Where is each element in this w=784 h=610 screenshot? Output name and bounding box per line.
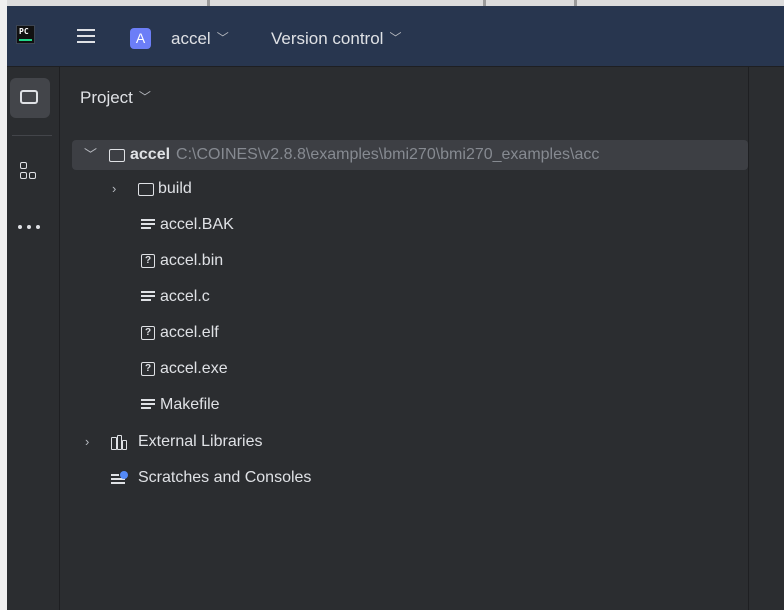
folder-icon (138, 183, 154, 196)
library-icon (111, 435, 127, 450)
panel-title-label: Project (80, 88, 133, 107)
pycharm-logo-icon: PC (16, 25, 35, 44)
tree-item-accel-bak[interactable]: accel.BAK (60, 210, 748, 240)
unknown-file-icon: ? (141, 254, 155, 268)
chevron-right-icon[interactable]: › (112, 174, 116, 204)
tree-item-scratches[interactable]: Scratches and Consoles (60, 463, 748, 493)
project-panel-title[interactable]: Project ﹀ (80, 88, 151, 108)
project-panel: Project ﹀ ﹀ accel C:\COINES\v2.8.8\example… (60, 67, 748, 610)
tree-item-accel-c[interactable]: accel.c (60, 282, 748, 312)
main-toolbar: PC A accel ﹀ Version control ﹀ (7, 6, 784, 67)
tree-item-label: Makefile (160, 396, 220, 413)
editor-area (749, 67, 784, 610)
project-name-label: accel (171, 29, 211, 48)
tree-item-accel-elf[interactable]: ? accel.elf (60, 318, 748, 348)
version-control-menu[interactable]: Version control ﹀ (271, 27, 401, 50)
unknown-file-icon: ? (141, 362, 155, 376)
tree-item-makefile[interactable]: Makefile (60, 390, 748, 420)
ide-window: PC A accel ﹀ Version control ﹀ Project ﹀ ﹀ (0, 0, 784, 610)
chevron-down-icon: ﹀ (138, 90, 151, 104)
root-folder-path: C:\COINES\v2.8.8\examples\bmi270\bmi270_… (176, 146, 600, 163)
text-file-icon (141, 291, 155, 303)
scratch-icon (111, 471, 129, 486)
root-folder-name: accel (130, 146, 171, 163)
text-file-icon (141, 399, 155, 411)
tree-item-build[interactable]: › build (60, 174, 748, 204)
structure-icon[interactable] (20, 162, 40, 182)
chevron-right-icon[interactable]: › (85, 427, 89, 457)
strip-divider (12, 135, 52, 136)
tree-item-accel-exe[interactable]: ? accel.exe (60, 354, 748, 384)
chevron-down-icon[interactable]: ﹀ (84, 140, 97, 170)
tree-item-label: accel.c (160, 288, 210, 305)
tree-item-accel-bin[interactable]: ? accel.bin (60, 246, 748, 276)
tree-item-label: accel.exe (160, 360, 228, 377)
folder-icon (20, 90, 38, 104)
more-icon[interactable] (18, 223, 42, 231)
tree-item-label: accel.BAK (160, 216, 234, 233)
project-switcher[interactable]: accel ﹀ (171, 27, 229, 50)
tree-item-label: accel.elf (160, 324, 219, 341)
tree-item-external-libraries[interactable]: › External Libraries (60, 427, 748, 457)
text-file-icon (141, 219, 155, 231)
chevron-down-icon: ﹀ (389, 31, 402, 45)
tree-root-row[interactable]: ﹀ accel C:\COINES\v2.8.8\examples\bmi270\… (72, 140, 748, 170)
tool-window-strip (7, 67, 60, 610)
window-left-edge (0, 0, 7, 610)
tree-item-label: accel.bin (160, 252, 224, 269)
main-menu-icon[interactable] (77, 29, 95, 43)
project-tool-button[interactable] (10, 78, 50, 118)
tree-item-label: Scratches and Consoles (138, 469, 312, 486)
tree-item-label: build (158, 180, 192, 197)
unknown-file-icon: ? (141, 326, 155, 340)
project-badge-icon[interactable]: A (130, 28, 151, 49)
version-control-label: Version control (271, 29, 384, 48)
chevron-down-icon: ﹀ (216, 31, 229, 45)
tree-item-label: External Libraries (138, 433, 263, 450)
folder-icon (109, 149, 125, 162)
